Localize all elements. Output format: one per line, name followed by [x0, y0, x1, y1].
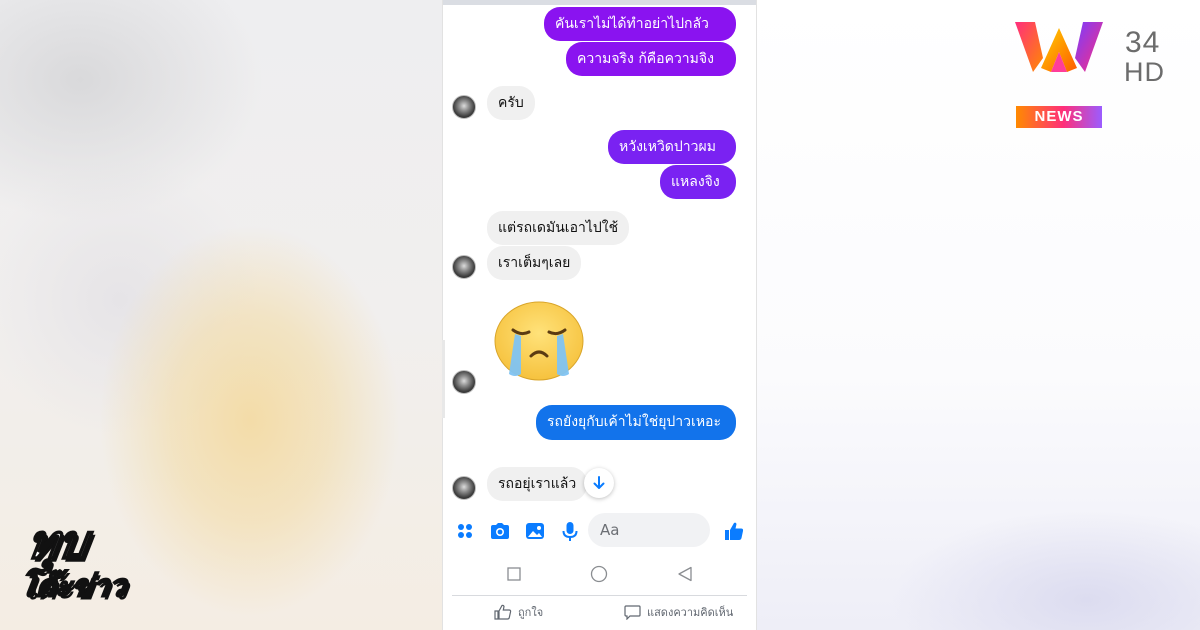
home-icon[interactable] — [590, 565, 608, 583]
contact-avatar[interactable] — [452, 95, 476, 119]
contact-avatar[interactable] — [452, 476, 476, 500]
show-logo: ทุบ โต๊ะข่าว — [16, 514, 130, 614]
comment-icon — [624, 604, 641, 620]
thumbs-up-outline-icon — [494, 604, 512, 620]
channel-logo — [1015, 22, 1103, 72]
show-logo-line1: ทุบ — [23, 514, 92, 570]
comment-label: แสดงความคิดเห็น — [647, 606, 734, 619]
contact-avatar[interactable] — [452, 370, 476, 394]
message-bubble-sent[interactable]: รถยังยุกับเค้าไม่ใช่ยุปาวเหอะ — [536, 405, 736, 440]
arrow-down-icon — [593, 476, 605, 489]
message-input-placeholder: Aa — [600, 521, 620, 539]
message-bubble-sent[interactable]: คันเราไม่ได้ทำอย่าไปกลัว — [544, 7, 736, 41]
background-right — [757, 0, 1200, 630]
channel-number: 34 — [1125, 26, 1161, 59]
camera-icon[interactable] — [489, 520, 511, 542]
contact-avatar[interactable] — [452, 255, 476, 279]
crying-face-emoji[interactable] — [493, 300, 585, 382]
channel-hd-label: HD — [1124, 57, 1165, 87]
message-bubble-sent[interactable]: ความจริง ก้คือความจิง — [566, 42, 736, 76]
show-logo-line2: โต๊ะข่าว — [17, 568, 130, 605]
facebook-divider — [452, 595, 747, 596]
android-nav-bar — [442, 556, 757, 594]
news-badge: NEWS — [1016, 106, 1102, 128]
message-bubble-sent[interactable]: แหลงจิง — [660, 165, 736, 199]
like-label: ถูกใจ — [518, 606, 544, 619]
message-bubble-received[interactable]: เราเต็มๆเลย — [487, 246, 582, 280]
scroll-to-bottom-button[interactable] — [584, 468, 614, 498]
image-icon[interactable] — [524, 520, 546, 542]
thumbs-up-icon[interactable] — [723, 520, 745, 542]
microphone-icon[interactable] — [559, 520, 581, 542]
message-bubble-received[interactable]: แต่รถเดมันเอาไปใช้ — [487, 211, 630, 245]
message-bubble-sent[interactable]: หวังเหวิดปาวผม — [608, 130, 736, 164]
status-bar-edge — [443, 0, 756, 5]
recent-apps-icon[interactable] — [507, 567, 521, 581]
side-handle — [442, 340, 445, 418]
grid-dots-icon[interactable] — [454, 520, 476, 542]
message-input[interactable]: Aa — [588, 513, 710, 547]
message-bubble-received[interactable]: ครับ — [487, 86, 535, 120]
like-action[interactable]: ถูกใจ — [494, 603, 543, 621]
message-bubble-received[interactable]: รถอยุ่เราแล้ว — [487, 467, 588, 501]
comment-action[interactable]: แสดงความคิดเห็น — [624, 603, 733, 621]
back-icon[interactable] — [677, 566, 693, 582]
